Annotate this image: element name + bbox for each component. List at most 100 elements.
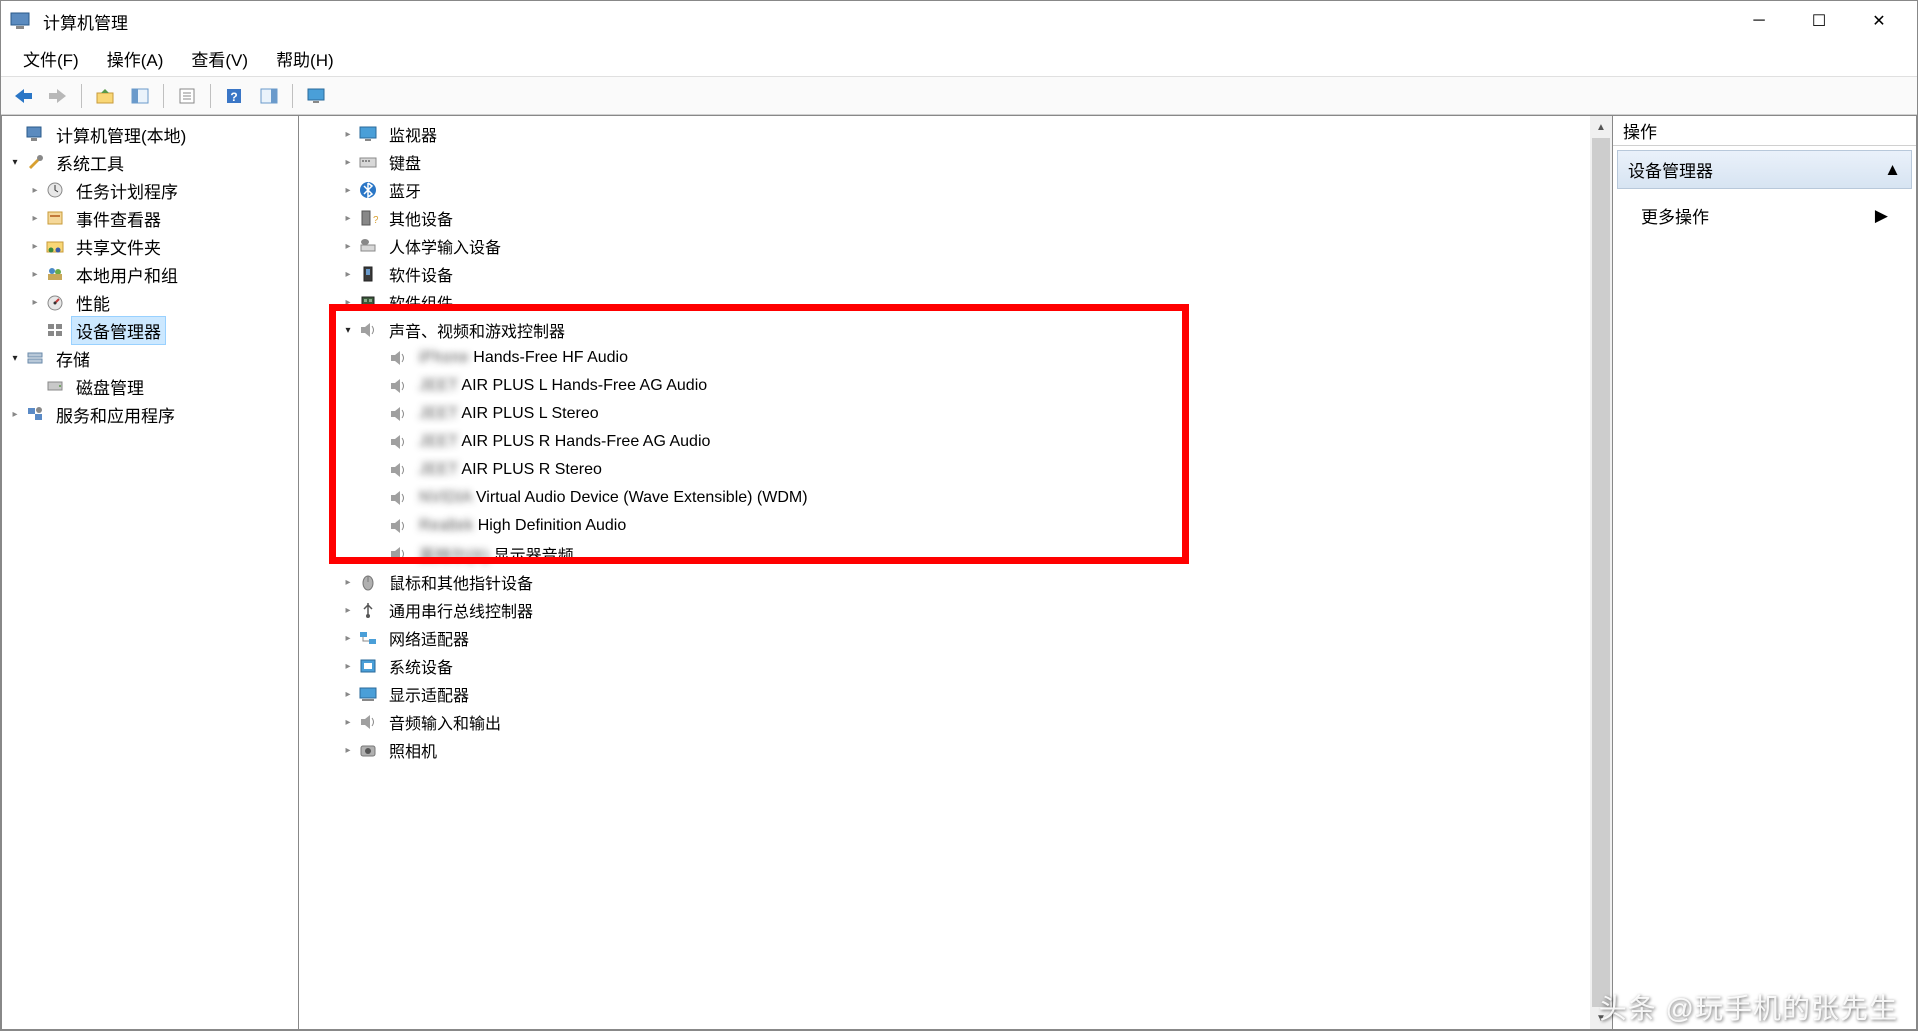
device-sound-video-game[interactable]: 声音、视频和游戏控制器: [299, 316, 1590, 344]
device-mouse[interactable]: 鼠标和其他指针设备: [299, 568, 1590, 596]
menu-action[interactable]: 操作(A): [93, 42, 178, 75]
scroll-thumb[interactable]: [1592, 138, 1610, 1007]
tree-device-manager[interactable]: 设备管理器: [2, 316, 298, 344]
app-icon: [9, 9, 33, 33]
properties-button[interactable]: [171, 82, 203, 110]
window-controls: ─ ☐ ✕: [1729, 1, 1909, 41]
expand-icon[interactable]: [6, 405, 24, 423]
expand-icon[interactable]: [339, 741, 357, 759]
tree-shared-folders[interactable]: 共享文件夹: [2, 232, 298, 260]
minimize-button[interactable]: ─: [1729, 1, 1789, 41]
forward-button[interactable]: [42, 82, 74, 110]
expand-icon[interactable]: [339, 181, 357, 199]
up-level-button[interactable]: [89, 82, 121, 110]
expand-icon[interactable]: [26, 237, 44, 255]
more-actions[interactable]: 更多操作 ▶: [1613, 193, 1916, 238]
device-label: 英特尔(R) 显示器音频: [415, 541, 578, 567]
expand-icon[interactable]: [339, 125, 357, 143]
monitor-button[interactable]: [300, 82, 332, 110]
audio-device-item[interactable]: JEET AIR PLUS L Hands-Free AG Audio: [299, 372, 1590, 400]
audio-device-item[interactable]: 英特尔(R) 显示器音频: [299, 540, 1590, 568]
expand-icon[interactable]: [339, 685, 357, 703]
device-monitor[interactable]: 监视器: [299, 120, 1590, 148]
scroll-up-arrow[interactable]: ▲: [1590, 116, 1612, 138]
tree-label: 本地用户和组: [72, 261, 182, 288]
more-actions-label: 更多操作: [1641, 203, 1709, 228]
expand-icon[interactable]: [339, 153, 357, 171]
tree-disk-management[interactable]: 磁盘管理: [2, 372, 298, 400]
menu-file[interactable]: 文件(F): [9, 42, 93, 75]
audio-device-item[interactable]: JEET AIR PLUS R Hands-Free AG Audio: [299, 428, 1590, 456]
device-bluetooth[interactable]: 蓝牙: [299, 176, 1590, 204]
device-other[interactable]: ?其他设备: [299, 204, 1590, 232]
device-software-devices[interactable]: 软件设备: [299, 260, 1590, 288]
audio-device-item[interactable]: NVIDIA Virtual Audio Device (Wave Extens…: [299, 484, 1590, 512]
expand-icon[interactable]: [26, 209, 44, 227]
expand-icon[interactable]: [26, 293, 44, 311]
close-button[interactable]: ✕: [1849, 1, 1909, 41]
expand-icon[interactable]: [339, 209, 357, 227]
device-keyboard[interactable]: 键盘: [299, 148, 1590, 176]
device-camera[interactable]: 照相机: [299, 736, 1590, 764]
audio-device-item[interactable]: Realtek High Definition Audio: [299, 512, 1590, 540]
clock-icon: [44, 179, 66, 201]
device-label: 显示适配器: [385, 681, 473, 707]
audio-device-item[interactable]: JEET AIR PLUS L Stereo: [299, 400, 1590, 428]
scroll-down-arrow[interactable]: ▼: [1590, 1007, 1612, 1029]
device-hid[interactable]: 人体学输入设备: [299, 232, 1590, 260]
speaker-icon: [387, 487, 409, 509]
expand-icon[interactable]: [339, 601, 357, 619]
expand-icon[interactable]: [26, 265, 44, 283]
show-hide-tree-button[interactable]: [124, 82, 156, 110]
expand-icon[interactable]: [339, 657, 357, 675]
toolbar: ?: [1, 77, 1917, 115]
tree-services-apps[interactable]: 服务和应用程序: [2, 400, 298, 428]
back-button[interactable]: [7, 82, 39, 110]
expand-icon[interactable]: [6, 153, 24, 171]
vertical-scrollbar[interactable]: ▲ ▼: [1590, 116, 1612, 1029]
tree-local-users[interactable]: 本地用户和组: [2, 260, 298, 288]
expand-icon[interactable]: [6, 349, 24, 367]
expand-icon[interactable]: [339, 629, 357, 647]
tree-root[interactable]: 计算机管理(本地): [2, 120, 298, 148]
device-audio-io[interactable]: 音频输入和输出: [299, 708, 1590, 736]
device-label: 鼠标和其他指针设备: [385, 569, 537, 595]
tree-performance[interactable]: 性能: [2, 288, 298, 316]
expand-icon[interactable]: [339, 265, 357, 283]
tree-task-scheduler[interactable]: 任务计划程序: [2, 176, 298, 204]
device-label: 监视器: [385, 121, 441, 147]
tree-storage[interactable]: 存储: [2, 344, 298, 372]
menu-view[interactable]: 查看(V): [177, 42, 262, 75]
expand-icon[interactable]: [339, 573, 357, 591]
speaker-icon: [387, 347, 409, 369]
device-network[interactable]: 网络适配器: [299, 624, 1590, 652]
navigation-pane: 计算机管理(本地) 系统工具 任务计划程序 事件查看器: [1, 115, 298, 1030]
device-display[interactable]: 显示适配器: [299, 680, 1590, 708]
audio-device-item[interactable]: JEET AIR PLUS R Stereo: [299, 456, 1590, 484]
tree-event-viewer[interactable]: 事件查看器: [2, 204, 298, 232]
expand-icon[interactable]: [339, 293, 357, 311]
tree-label: 性能: [72, 289, 114, 316]
device-system-devices[interactable]: 系统设备: [299, 652, 1590, 680]
maximize-button[interactable]: ☐: [1789, 1, 1849, 41]
device-usb[interactable]: 通用串行总线控制器: [299, 596, 1590, 624]
device-label: 软件设备: [385, 261, 457, 287]
svg-text:?: ?: [373, 215, 378, 226]
expand-icon[interactable]: [339, 237, 357, 255]
tree-label: 系统工具: [52, 149, 128, 176]
hid-icon: [357, 235, 379, 257]
menu-help[interactable]: 帮助(H): [262, 42, 348, 75]
camera-icon: [357, 739, 379, 761]
audio-device-list: iPhone Hands-Free HF AudioJEET AIR PLUS …: [299, 344, 1590, 568]
expand-icon[interactable]: [26, 181, 44, 199]
action-pane-button[interactable]: [253, 82, 285, 110]
tree-system-tools[interactable]: 系统工具: [2, 148, 298, 176]
actions-section-title[interactable]: 设备管理器 ▲: [1617, 150, 1912, 189]
audio-device-item[interactable]: iPhone Hands-Free HF Audio: [299, 344, 1590, 372]
expand-icon[interactable]: [339, 713, 357, 731]
collapse-icon[interactable]: ▲: [1884, 160, 1901, 180]
help-button[interactable]: ?: [218, 82, 250, 110]
tree-label: 任务计划程序: [72, 177, 182, 204]
device-software-components[interactable]: 软件组件: [299, 288, 1590, 316]
expand-icon[interactable]: [339, 321, 357, 339]
